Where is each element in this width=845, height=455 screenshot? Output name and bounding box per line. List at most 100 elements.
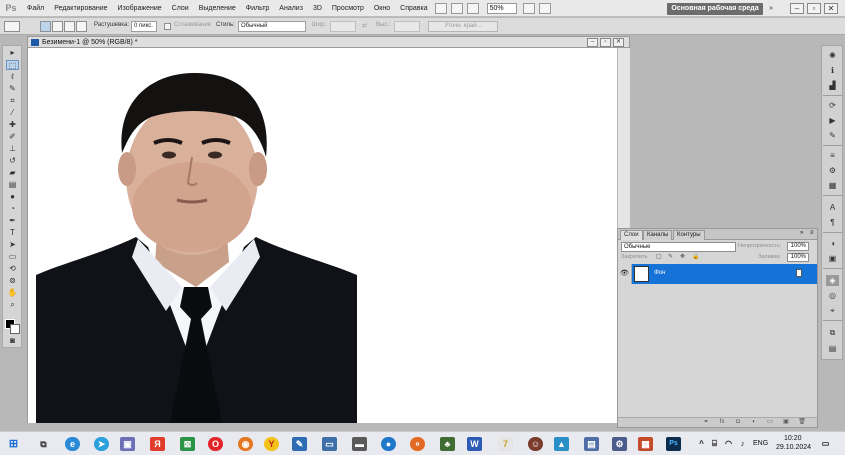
windows-start-icon[interactable]: ⊞ [6, 437, 21, 451]
paragraph-icon[interactable]: ¶ [826, 217, 839, 228]
app-minimize-button[interactable]: – [790, 3, 804, 14]
menu-window[interactable]: Окно [369, 5, 395, 12]
intersect-selection-icon[interactable] [76, 21, 87, 32]
new-layer-icon[interactable]: ▣ [782, 419, 790, 426]
eyedropper-tool-icon[interactable]: ⁄ [6, 108, 19, 118]
paths-icon[interactable]: ⌖ [826, 305, 839, 316]
adjustment-layer-icon[interactable]: ◐ [750, 419, 758, 426]
blend-mode-select[interactable]: Обычные [621, 242, 736, 252]
clone-stamp-icon[interactable]: ⊥ [6, 144, 19, 154]
new-selection-icon[interactable] [40, 21, 51, 32]
volume-icon[interactable]: ♪ [735, 437, 750, 451]
screen-mode-icon[interactable] [538, 2, 551, 14]
visibility-eye-icon[interactable]: 👁 [618, 264, 632, 284]
doc-app-icon[interactable]: ▤ [584, 437, 599, 451]
adjustments-icon[interactable]: ◑ [826, 238, 839, 249]
height-input[interactable] [394, 21, 420, 32]
channels-icon[interactable]: ◎ [826, 290, 839, 301]
eraser-tool-icon[interactable]: ▰ [6, 168, 19, 178]
feather-input[interactable]: 0 пикс. [131, 21, 157, 32]
tool-presets-icon[interactable]: ⚙ [826, 165, 839, 176]
quick-select-tool-icon[interactable]: ✎ [6, 84, 19, 94]
workspace-button[interactable]: Основная рабочая среда [667, 3, 763, 15]
bridge-icon[interactable] [434, 2, 447, 14]
menu-select[interactable]: Выделение [194, 5, 241, 12]
user-app-icon[interactable]: ☺ [528, 437, 543, 451]
shape-tool-icon[interactable]: ▭ [6, 252, 19, 262]
network-icon[interactable]: ⌸ [707, 437, 722, 451]
editor-icon[interactable]: ✎ [292, 437, 307, 451]
telegram-icon[interactable]: ➤ [94, 437, 109, 451]
brush-tool-icon[interactable]: ✐ [6, 132, 19, 142]
navigator-icon[interactable]: ✺ [826, 50, 839, 61]
lasso-tool-icon[interactable]: ℓ [6, 72, 19, 82]
tab-channels[interactable]: Каналы [643, 230, 673, 240]
workspace-more-button[interactable]: » [765, 3, 777, 15]
style-select[interactable]: Обычный [238, 21, 306, 32]
hand-tool-icon[interactable] [466, 2, 479, 14]
arrange-icon[interactable] [522, 2, 535, 14]
tab-paths[interactable]: Контуры [673, 230, 705, 240]
word-icon[interactable]: W [467, 437, 482, 451]
new-group-icon[interactable]: ▭ [766, 419, 774, 426]
clock-date[interactable]: 29.10.2024 [776, 444, 811, 451]
add-mask-icon[interactable]: ◘ [734, 419, 742, 426]
menu-view[interactable]: Просмотр [327, 5, 369, 12]
menu-analysis[interactable]: Анализ [274, 5, 308, 12]
path-select-icon[interactable]: ➤ [6, 240, 19, 250]
histogram-icon[interactable]: ▟ [826, 80, 839, 91]
background-color-swatch[interactable] [10, 324, 20, 334]
tab-layers[interactable]: Слои [620, 230, 643, 240]
doc-restore-button[interactable]: ▫ [600, 38, 611, 47]
panel-menu-icon[interactable]: ≡ [810, 230, 814, 236]
width-input[interactable] [330, 21, 356, 32]
zoom-tool-icon[interactable]: ⌕ [6, 300, 19, 310]
file-manager-icon[interactable]: ▬ [352, 437, 367, 451]
link-layers-icon[interactable]: ⚭ [702, 419, 710, 426]
masks-icon[interactable]: ▣ [826, 253, 839, 264]
network-app-icon[interactable]: ⚙ [612, 437, 627, 451]
lock-pixels-icon[interactable]: ✎ [668, 253, 673, 260]
menu-edit[interactable]: Редактирование [49, 5, 112, 12]
antialias-checkbox[interactable] [164, 23, 171, 30]
3d-orbit-icon[interactable]: ⊚ [6, 276, 19, 286]
app-close-button[interactable]: ✕ [824, 3, 838, 14]
edge-icon[interactable]: e [65, 437, 80, 451]
history-brush-icon[interactable]: ↺ [6, 156, 19, 166]
move-tool-icon[interactable]: ▸ [6, 48, 19, 58]
photoshop-taskbar-icon[interactable]: Ps [666, 437, 681, 451]
notifications-icon[interactable]: ▭ [818, 437, 833, 451]
lock-transparent-icon[interactable]: ▢ [656, 253, 662, 260]
yandex-browser-icon[interactable]: Y [264, 437, 279, 451]
opacity-input[interactable]: 100% [787, 242, 809, 251]
animation-icon[interactable]: ▤ [826, 343, 839, 354]
layers-dock-icon[interactable]: ◈ [826, 275, 839, 286]
app-green-icon[interactable]: ♣ [440, 437, 455, 451]
clock-time[interactable]: 10:20 [784, 435, 802, 442]
app-blue-icon[interactable]: ● [381, 437, 396, 451]
type-tool-icon[interactable]: T [6, 228, 19, 238]
disk-icon[interactable]: ▣ [120, 437, 135, 451]
clone-source-icon[interactable]: ≡ [826, 150, 839, 161]
info-icon[interactable]: ℹ [826, 65, 839, 76]
minibridge-icon[interactable] [450, 2, 463, 14]
app-restore-button[interactable]: ▫ [807, 3, 821, 14]
subtract-selection-icon[interactable] [64, 21, 75, 32]
yandex-icon[interactable]: Я [150, 437, 165, 451]
actions-icon[interactable]: ▶ [826, 115, 839, 126]
photos-icon[interactable]: ▲ [554, 437, 569, 451]
panel-collapse-icon[interactable]: » [800, 230, 803, 236]
lock-position-icon[interactable]: ✥ [680, 253, 685, 260]
wifi-icon[interactable]: ◠ [721, 437, 736, 451]
document-scrollbar[interactable] [617, 48, 630, 228]
fx-icon[interactable]: fx [718, 419, 726, 426]
doc-minimize-button[interactable]: – [587, 38, 598, 47]
menu-file[interactable]: Файл [22, 5, 49, 12]
add-selection-icon[interactable] [52, 21, 63, 32]
3d-panel-icon[interactable]: ⧉ [826, 327, 839, 338]
excel-like-icon[interactable]: ⊠ [180, 437, 195, 451]
presentation-icon[interactable]: ▦ [638, 437, 653, 451]
input-language[interactable]: ENG [753, 440, 768, 447]
delete-layer-icon[interactable]: 🗑 [798, 419, 806, 426]
fill-input[interactable]: 100% [787, 253, 809, 262]
